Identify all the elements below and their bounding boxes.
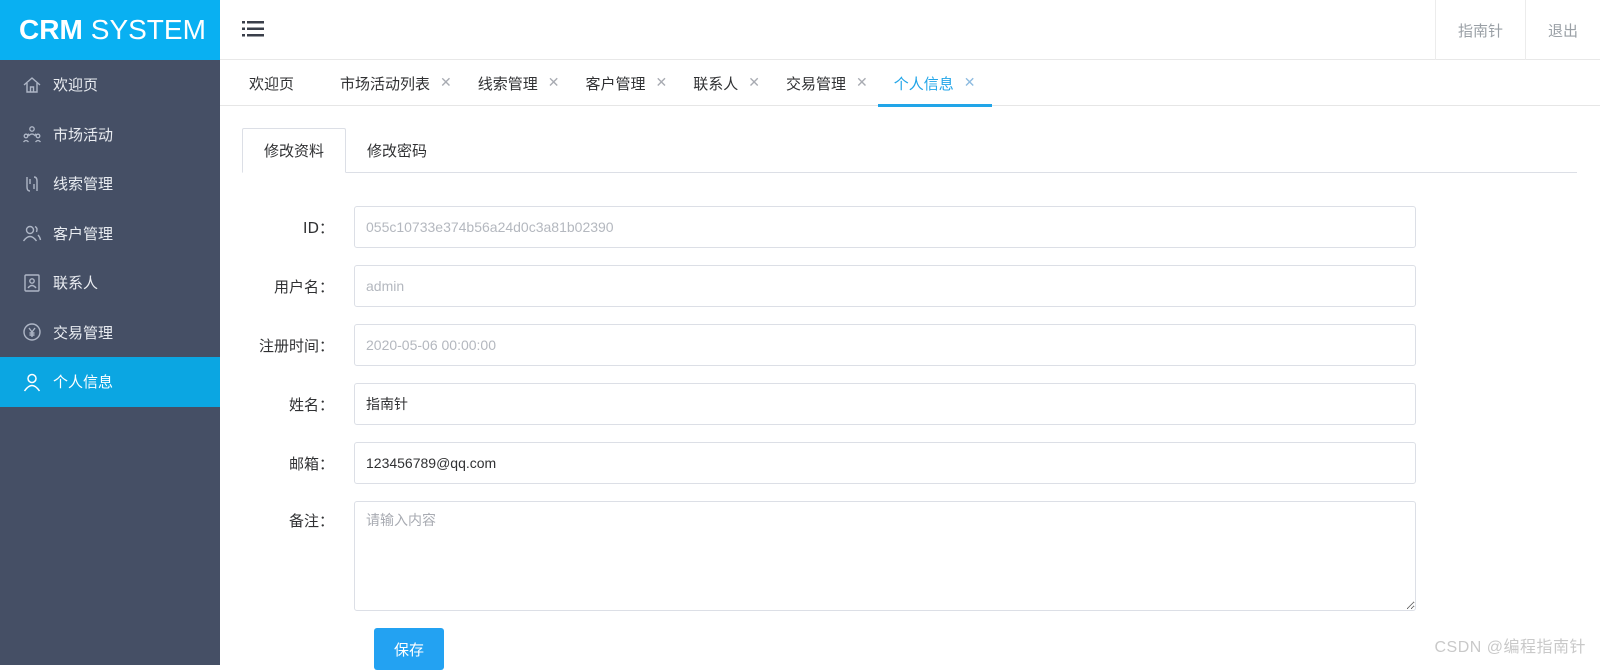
home-icon <box>22 75 42 95</box>
sidebar-item-deals[interactable]: 交易管理 <box>0 308 220 358</box>
tab-deals[interactable]: 交易管理 ✕ <box>786 60 868 106</box>
main-content: 修改资料 修改密码 ID： 用户名： 注册时间： 姓名： 邮箱： 备注： 保存 <box>242 128 1577 670</box>
form-row-register-time: 注册时间： <box>242 324 1577 366</box>
sidebar-item-activity[interactable]: 市场活动 <box>0 110 220 160</box>
tab-welcome[interactable]: 欢迎页 <box>249 60 294 106</box>
tab-label: 联系人 <box>693 73 738 94</box>
logo-bold-text: CRM <box>19 14 83 46</box>
form-row-username: 用户名： <box>242 265 1577 307</box>
tab-label: 交易管理 <box>786 73 846 94</box>
email-field[interactable] <box>354 442 1416 484</box>
close-icon[interactable]: ✕ <box>656 75 668 91</box>
hamburger-icon[interactable] <box>242 18 266 40</box>
sidebar-item-clues[interactable]: 线索管理 <box>0 159 220 209</box>
register-time-label: 注册时间： <box>242 335 354 356</box>
id-label: ID： <box>242 217 354 238</box>
form-row-email: 邮箱： <box>242 442 1577 484</box>
sidebar: CRM SYSTEM 欢迎页 市场活动 线索管理 客户管理 <box>0 0 220 665</box>
id-field <box>354 206 1416 248</box>
form-row-id: ID： <box>242 206 1577 248</box>
sidebar-item-customers[interactable]: 客户管理 <box>0 209 220 259</box>
sidebar-item-label: 联系人 <box>53 272 98 293</box>
sidebar-item-label: 交易管理 <box>53 322 113 343</box>
sidebar-item-label: 欢迎页 <box>53 74 98 95</box>
tab-label: 个人信息 <box>894 73 954 94</box>
app-logo[interactable]: CRM SYSTEM <box>0 0 220 60</box>
tab-profile[interactable]: 个人信息 ✕ <box>894 60 976 106</box>
tab-contacts[interactable]: 联系人 ✕ <box>693 60 760 106</box>
sidebar-menu: 欢迎页 市场活动 线索管理 客户管理 联系人 <box>0 60 220 407</box>
profile-form: ID： 用户名： 注册时间： 姓名： 邮箱： 备注： 保存 <box>242 206 1577 670</box>
remark-label: 备注： <box>242 501 354 531</box>
contact-card-icon <box>22 273 42 293</box>
username-field <box>354 265 1416 307</box>
sidebar-item-label: 客户管理 <box>53 223 113 244</box>
tab-label: 线索管理 <box>478 73 538 94</box>
sidebar-item-welcome[interactable]: 欢迎页 <box>0 60 220 110</box>
watermark: CSDN @编程指南针 <box>1434 633 1586 657</box>
name-field[interactable] <box>354 383 1416 425</box>
register-time-field <box>354 324 1416 366</box>
close-icon[interactable]: ✕ <box>748 75 760 91</box>
sidebar-item-contacts[interactable]: 联系人 <box>0 258 220 308</box>
user-name-link[interactable]: 指南针 <box>1435 0 1525 60</box>
header-actions: 指南针 退出 <box>1435 0 1600 60</box>
sidebar-item-label: 市场活动 <box>53 124 113 145</box>
subtab-change-password[interactable]: 修改密码 <box>346 128 448 173</box>
close-icon[interactable]: ✕ <box>964 75 976 91</box>
close-icon[interactable]: ✕ <box>548 75 560 91</box>
tab-activity-list[interactable]: 市场活动列表 ✕ <box>340 60 452 106</box>
clue-link-icon <box>22 174 42 194</box>
email-label: 邮箱： <box>242 453 354 474</box>
save-button[interactable]: 保存 <box>374 628 444 670</box>
close-icon[interactable]: ✕ <box>856 75 868 91</box>
logout-button[interactable]: 退出 <box>1525 0 1600 60</box>
top-header: 指南针 退出 <box>220 0 1600 60</box>
form-row-remark: 备注： <box>242 501 1577 611</box>
remark-textarea[interactable] <box>354 501 1416 611</box>
sidebar-item-label: 个人信息 <box>53 371 113 392</box>
user-icon <box>22 372 42 392</box>
sidebar-item-label: 线索管理 <box>53 173 113 194</box>
tab-bar: 欢迎页 市场活动列表 ✕ 线索管理 ✕ 客户管理 ✕ 联系人 ✕ 交易管理 ✕ … <box>220 60 1600 106</box>
yen-icon <box>22 322 42 342</box>
close-icon[interactable]: ✕ <box>440 75 452 91</box>
sidebar-item-profile[interactable]: 个人信息 <box>0 357 220 407</box>
logo-text: SYSTEM <box>91 14 206 46</box>
name-label: 姓名： <box>242 394 354 415</box>
form-row-name: 姓名： <box>242 383 1577 425</box>
tab-clues[interactable]: 线索管理 ✕ <box>478 60 560 106</box>
subtab-edit-profile[interactable]: 修改资料 <box>242 128 346 173</box>
tab-label: 欢迎页 <box>249 73 294 94</box>
username-label: 用户名： <box>242 276 354 297</box>
profile-subtabs: 修改资料 修改密码 <box>242 128 1577 173</box>
tab-label: 市场活动列表 <box>340 73 430 94</box>
tab-customers[interactable]: 客户管理 ✕ <box>586 60 668 106</box>
tab-label: 客户管理 <box>586 73 646 94</box>
customer-icon <box>22 223 42 243</box>
people-network-icon <box>22 124 42 144</box>
